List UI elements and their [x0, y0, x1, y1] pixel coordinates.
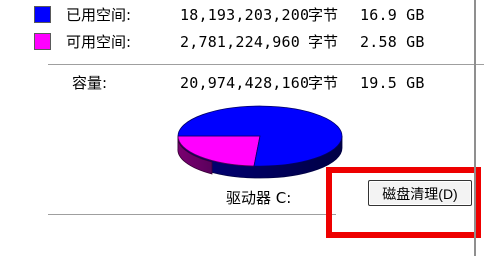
separator-line [48, 64, 484, 66]
capacity-label: 容量: [72, 74, 108, 92]
capacity-unit: 字节 [308, 74, 339, 92]
free-space-color-swatch [34, 33, 51, 50]
free-space-unit: 字节 [308, 33, 339, 51]
free-space-label: 可用空间: [66, 33, 132, 51]
used-space-size: 16.9 GB [360, 6, 425, 24]
cleanup-highlight-box [326, 167, 481, 238]
free-space-row: 可用空间: 2,781,224,960 字节 2.58 GB [10, 31, 474, 53]
dialog-edge-line [474, 0, 476, 256]
used-space-bytes: 18,193,203,200 [180, 6, 310, 24]
pie-chart-svg [177, 105, 343, 179]
bottom-separator-line [48, 214, 336, 215]
used-space-row: 已用空间: 18,193,203,200 字节 16.9 GB [10, 4, 474, 26]
capacity-size: 19.5 GB [360, 74, 425, 92]
used-space-label: 已用空间: [66, 6, 132, 24]
used-space-unit: 字节 [308, 6, 339, 24]
free-space-size: 2.58 GB [360, 33, 425, 51]
drive-label: 驱动器 C: [226, 189, 292, 207]
capacity-row: 容量: 20,974,428,160 字节 19.5 GB [10, 72, 474, 94]
free-space-bytes: 2,781,224,960 [180, 33, 300, 51]
used-space-color-swatch [34, 6, 51, 23]
disk-usage-pie-chart [170, 102, 350, 184]
capacity-bytes: 20,974,428,160 [180, 74, 310, 92]
